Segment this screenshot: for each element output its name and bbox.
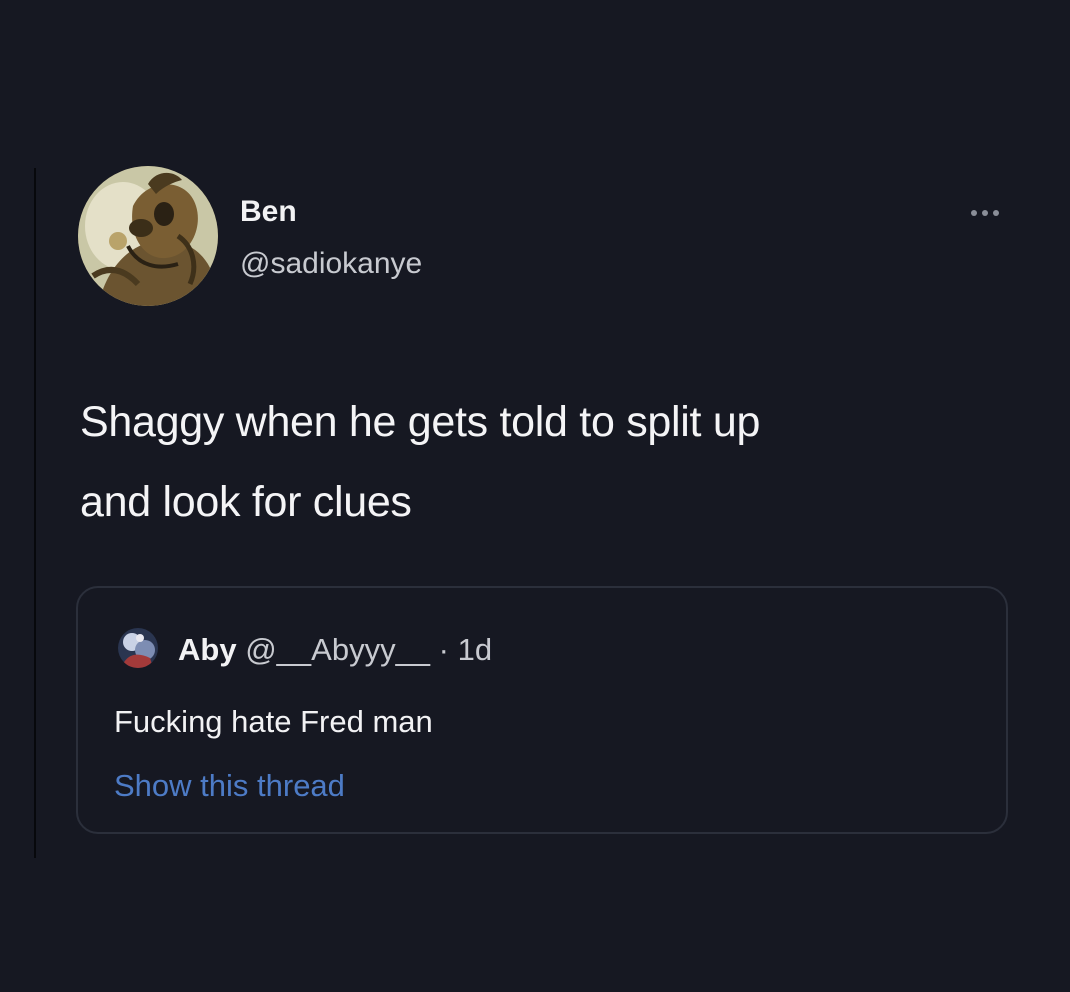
quoted-tweet-header: Aby @__Abyyy__ · 1d	[178, 632, 492, 668]
author-handle[interactable]: @sadiokanye	[240, 246, 422, 282]
author-display-name[interactable]: Ben	[240, 194, 297, 230]
more-dot	[982, 210, 988, 216]
cartoon-dog-avatar-icon	[78, 166, 218, 306]
quoted-display-name[interactable]: Aby	[178, 632, 237, 667]
more-options-icon[interactable]	[960, 200, 1010, 226]
tweet-text-line: Shaggy when he gets told to split up	[80, 398, 761, 446]
more-dot	[971, 210, 977, 216]
quoted-tweet-text: Fucking hate Fred man	[114, 704, 433, 739]
author-avatar[interactable]	[78, 166, 218, 306]
more-dot	[993, 210, 999, 216]
tweet-text: Shaggy when he gets told to split up and…	[80, 382, 1040, 542]
quoted-tweet-card[interactable]: Aby @__Abyyy__ · 1d Fucking hate Fred ma…	[76, 586, 1008, 834]
show-thread-link[interactable]: Show this thread	[114, 766, 345, 806]
left-divider	[34, 168, 36, 858]
tweet-text-line: and look for clues	[80, 478, 412, 526]
tweet-screenshot: Ben @sadiokanye Shaggy when he gets told…	[0, 0, 1070, 992]
quoted-timestamp[interactable]: 1d	[458, 632, 492, 667]
quoted-separator: ·	[430, 632, 458, 667]
quoted-handle[interactable]: @__Abyyy__	[245, 632, 430, 667]
quoted-user-avatar-icon[interactable]	[118, 628, 158, 668]
